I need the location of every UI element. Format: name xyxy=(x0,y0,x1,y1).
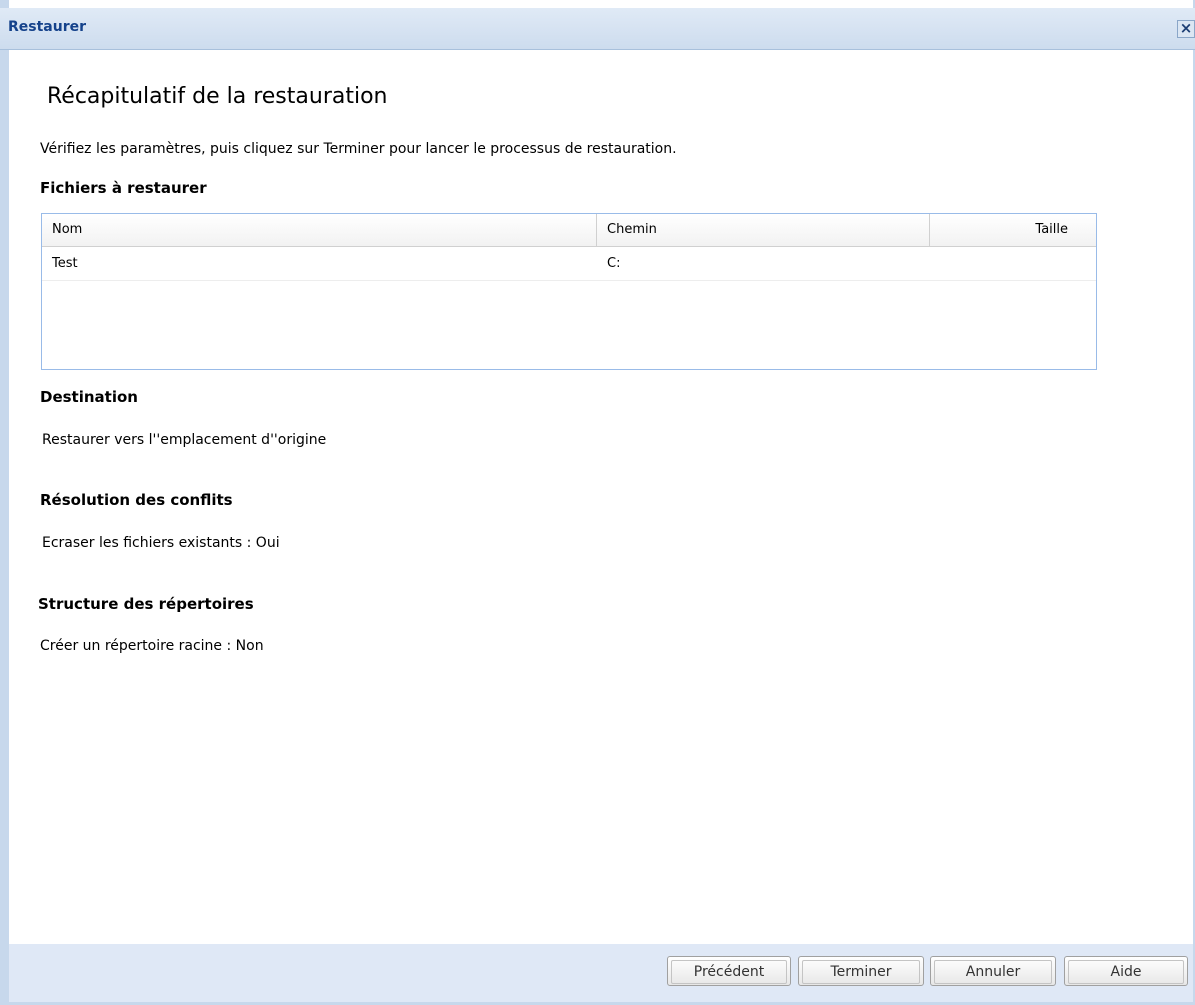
finish-button[interactable]: Terminer xyxy=(798,956,924,986)
cell-size xyxy=(930,247,1096,280)
table-row[interactable]: Test C: xyxy=(42,247,1096,281)
cancel-button-label: Annuler xyxy=(934,960,1052,984)
help-button-label: Aide xyxy=(1068,960,1184,984)
restore-dialog: Restaurer × Récapitulatif de la restaura… xyxy=(0,0,1195,1005)
destination-value: Restaurer vers l''emplacement d''origine xyxy=(42,432,327,448)
close-icon[interactable]: × xyxy=(1177,20,1195,38)
files-heading: Fichiers à restaurer xyxy=(40,179,207,197)
conflicts-heading: Résolution des conflits xyxy=(40,491,233,509)
column-header-name[interactable]: Nom xyxy=(42,214,597,246)
cell-path: C: xyxy=(607,256,621,271)
finish-button-label: Terminer xyxy=(802,960,920,984)
conflicts-value: Ecraser les fichiers existants : Oui xyxy=(42,535,280,551)
destination-heading: Destination xyxy=(40,388,138,406)
table-header: Nom Chemin Taille xyxy=(42,214,1096,247)
cancel-button[interactable]: Annuler xyxy=(930,956,1056,986)
previous-button-label: Précédent xyxy=(671,960,787,984)
button-bar: Précédent Terminer Annuler Aide xyxy=(9,944,1193,1002)
column-header-path[interactable]: Chemin xyxy=(597,214,930,246)
cell-name: Test xyxy=(52,256,78,271)
structure-heading: Structure des répertoires xyxy=(38,595,254,613)
files-table: Nom Chemin Taille Test C: xyxy=(41,213,1097,370)
previous-button[interactable]: Précédent xyxy=(667,956,791,986)
column-header-size[interactable]: Taille xyxy=(930,214,1096,246)
instructions-text: Vérifiez les paramètres, puis cliquez su… xyxy=(40,141,677,157)
page-title: Récapitulatif de la restauration xyxy=(47,84,388,109)
structure-value: Créer un répertoire racine : Non xyxy=(40,638,264,654)
title-bar: Restaurer × xyxy=(0,8,1195,50)
help-button[interactable]: Aide xyxy=(1064,956,1188,986)
window-title: Restaurer xyxy=(8,19,87,35)
